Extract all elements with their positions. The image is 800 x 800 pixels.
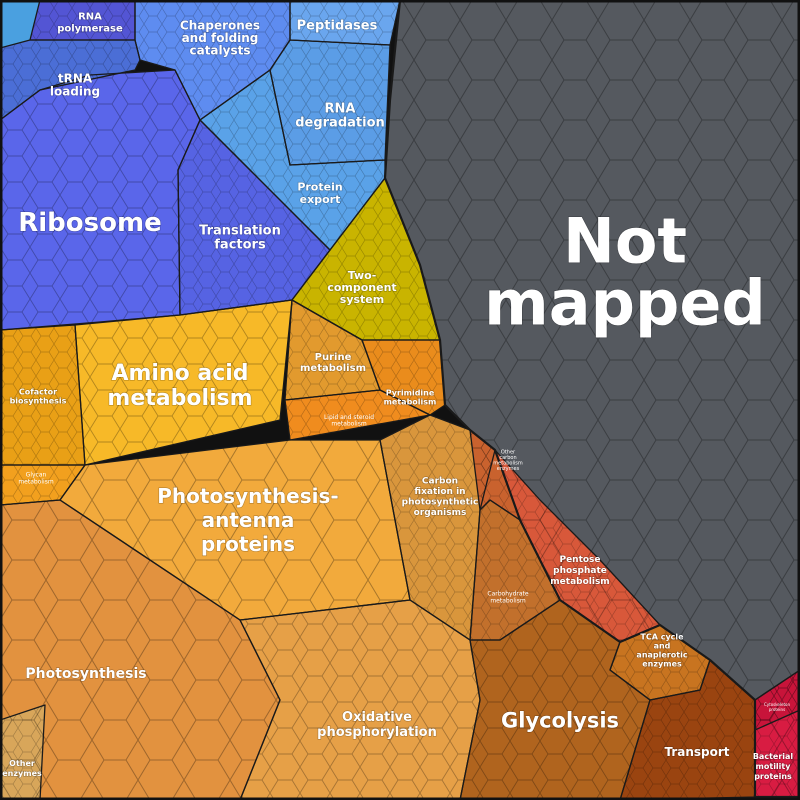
region-label-other-enzymes: Other	[9, 759, 35, 768]
region-label-bacterial-motility: motility	[756, 762, 792, 771]
region-label-tca-cycle: TCA cycle	[640, 632, 684, 641]
region-label-carbon-fixation: photosynthetic	[402, 497, 479, 507]
region-label-glycolysis: Glycolysis	[501, 708, 619, 732]
region-label-cofactor: Cofactor	[19, 387, 57, 396]
region-texture-other-enzymes	[0, 705, 45, 800]
region-label-pentose-phosphate: phosphate	[553, 566, 607, 576]
region-label-bacterial-motility: Bacterial	[753, 752, 794, 761]
region-label-tca-cycle: anaplerotic	[636, 650, 687, 659]
voronoi-treemap: NotmappedRibosome TranslationfactorstRNAl…	[0, 0, 800, 800]
region-label-carbohydrate: metabolism	[490, 598, 526, 605]
region-label-ribosome: Ribosome	[18, 208, 161, 238]
region-label-not-mapped: mapped	[484, 267, 766, 340]
region-texture-ribosome	[0, 70, 200, 330]
region-label-cytoskeleton: proteins	[769, 707, 785, 712]
region-label-chaperones: catalysts	[189, 44, 250, 58]
region-label-rna-polymerase: RNA	[78, 12, 102, 23]
region-label-carbohydrate: Carbohydrate	[487, 591, 528, 598]
region-label-trna-loading: tRNA	[58, 72, 93, 86]
region-label-tca-cycle: and	[654, 641, 671, 650]
region-label-glycan: metabolism	[18, 479, 54, 486]
region-label-purine: Purine	[315, 352, 352, 363]
region-label-bacterial-motility: proteins	[754, 772, 792, 781]
region-label-photosynthesis-antenna: proteins	[201, 532, 295, 556]
region-label-amino-acid: metabolism	[107, 386, 252, 411]
region-label-carbon-fixation: Carbon	[422, 476, 458, 486]
region-label-translation-factors: factors	[214, 238, 266, 253]
region-label-protein-export: export	[300, 193, 341, 206]
region-label-oxidative-phosphorylation: phosphorylation	[317, 725, 437, 740]
region-label-carbon-fixation: fixation in	[414, 487, 465, 497]
region-label-rna-polymerase: polymerase	[57, 24, 123, 35]
region-label-photosynthesis-antenna: Photosynthesis-	[157, 484, 338, 508]
region-label-pentose-phosphate: Pentose	[559, 555, 600, 565]
region-label-amino-acid: Amino acid	[111, 361, 248, 386]
region-label-carbon-fixation: organisms	[414, 508, 467, 518]
region-label-protein-export: Protein	[297, 181, 342, 194]
region-label-pentose-phosphate: metabolism	[550, 577, 609, 587]
region-label-oxidative-phosphorylation: Oxidative	[342, 710, 412, 725]
region-label-other-carbon: enzymes	[497, 466, 520, 472]
region-label-transport: Transport	[664, 745, 729, 759]
region-label-trna-loading: loading	[50, 85, 100, 99]
region-label-tca-cycle: enzymes	[642, 659, 682, 668]
region-label-glycan: Glycan	[26, 472, 47, 479]
region-label-peptidases: Peptidases	[297, 19, 378, 34]
region-label-cofactor: biosynthesis	[10, 396, 67, 405]
region-label-translation-factors: Translation	[199, 224, 281, 239]
region-label-purine: metabolism	[300, 363, 366, 374]
region-label-two-component: system	[340, 293, 384, 306]
region-label-other-enzymes: enzymes	[2, 769, 42, 778]
region-label-rna-degradation: RNA	[325, 102, 356, 117]
region-label-pyrimidine: Pyrimidine	[386, 388, 435, 397]
region-label-photosynthesis-antenna: antenna	[202, 508, 295, 532]
region-label-rna-degradation: degradation	[295, 116, 385, 131]
region-label-photosynthesis: Photosynthesis	[25, 666, 146, 682]
region-label-lipid-steroid: metabolism	[331, 420, 367, 427]
region-label-pyrimidine: metabolism	[384, 397, 437, 406]
